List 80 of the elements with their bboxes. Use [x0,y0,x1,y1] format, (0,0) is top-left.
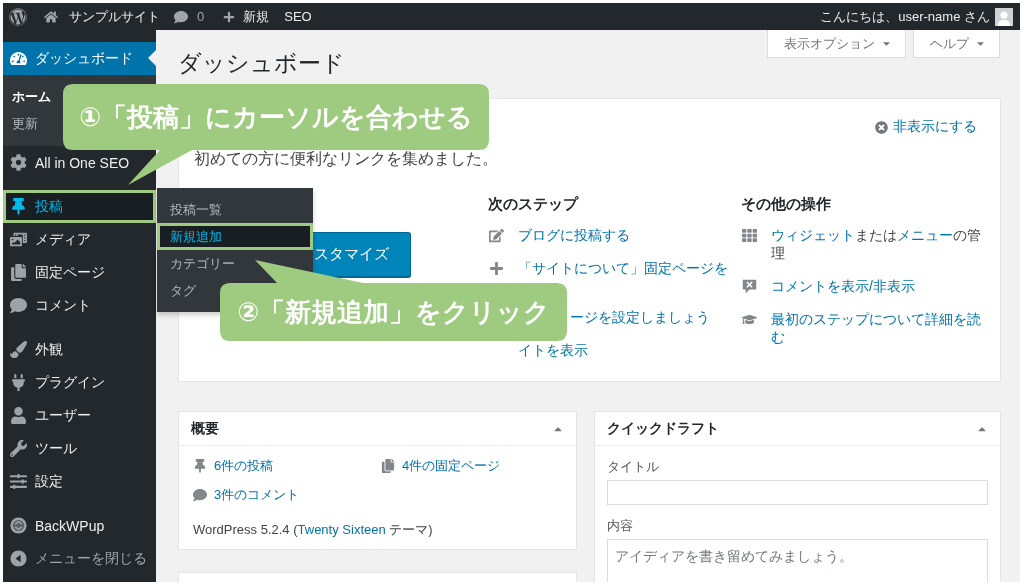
menu-item[interactable]: ユーザー [3,399,91,432]
collapse-icon [9,550,27,567]
submenu-item[interactable]: 更新 [12,110,38,137]
menu-item[interactable]: 固定ページ [3,256,105,289]
screen-meta-button[interactable]: 表示オプション [767,30,906,58]
plus-icon [489,260,504,276]
action-link[interactable]: ブログに投稿する [518,226,630,244]
submenu-item[interactable]: カテゴリー [157,250,241,277]
menu-item[interactable]: ダッシュボード [3,42,156,75]
column-heading: 次のステップ [488,196,578,212]
pin-icon [193,459,207,473]
page-title: ダッシュボード [178,50,345,76]
column-heading: その他の操作 [741,196,831,212]
site-link[interactable]: サンプルサイト [44,3,160,30]
theme-link[interactable]: Twenty Sixteen [297,522,386,537]
menu-item[interactable]: メディア [3,223,91,256]
action-link[interactable]: 「サイトについて」固定ページを [518,259,728,277]
count-link[interactable]: 6件の投稿 [193,457,274,475]
plug-icon [9,374,27,391]
action-link[interactable]: イトを表示 [518,341,588,359]
submenu-item[interactable]: 投稿一覧 [157,196,228,223]
screen-meta-button[interactable]: ヘルプ [913,30,1000,58]
version-text: WordPress 5.2.4 (Twenty Sixteen テーマ) [193,522,433,537]
action-link[interactable]: 最初のステップについて詳細を読む [771,310,984,346]
title-input[interactable] [607,480,988,505]
account-link[interactable]: こんにちは、user-name さん [820,3,1013,30]
sliders-icon [9,473,27,490]
menu-item[interactable]: 設定 [3,465,63,498]
intro-text: 初めての方に便利なリンクを集めました。 [194,150,498,168]
logo-icon[interactable] [9,7,27,26]
submenu-item[interactable]: 新規追加 [157,223,313,250]
callout-text: ②「新規追加」をクリック [237,297,550,327]
documents-icon [9,264,27,281]
customize-button[interactable]: スタマイズ [313,232,411,277]
wrench-icon [9,440,27,457]
action-link[interactable]: メニュー [897,227,953,243]
grid-icon [742,227,757,243]
action-link[interactable]: コメントを表示/非表示 [771,277,915,295]
speech-bubble-icon [174,9,188,24]
new-content-link[interactable]: 新規 [223,3,270,30]
collapse-menu-button[interactable]: メニューを閉じる [3,542,147,575]
menu-item[interactable]: 投稿 [3,190,156,223]
action-link[interactable]: ージを設定しましょう [570,308,710,326]
comments-link[interactable]: 0 [174,3,205,30]
close-icon [875,120,888,134]
field-label: タイトル [607,458,659,476]
home-icon [44,9,58,24]
content-textarea[interactable]: アイディアを書き留めてみましょう。 [607,539,988,582]
submenu-item[interactable]: ホーム [12,83,51,110]
field-label: 内容 [607,517,633,535]
bubble-x-icon [742,278,757,294]
menu-item[interactable]: ツール [3,432,77,465]
action-text: ウィジェット またはメニューの管理 [771,226,982,262]
paintbrush-icon [9,341,27,358]
edit-icon [489,227,504,243]
menu-item[interactable]: All in One SEO [3,146,130,179]
user-icon [9,407,27,424]
dismiss-link[interactable]: 非表示にする [875,118,977,136]
widget-title: 概要 [191,419,219,438]
callout-text: ①「投稿」にカーソルを合わせる [79,102,473,132]
gauge-icon [9,50,27,67]
seo-menu-link[interactable]: SEO [284,3,312,30]
submenu-item[interactable]: タグ [157,277,202,304]
avatar-icon [995,7,1013,26]
gear-icon [9,154,27,171]
documents-icon [381,459,395,473]
menu-item[interactable]: プラグイン [3,366,105,399]
widget-title: クイックドラフト [607,419,719,438]
photo-icon [9,231,27,248]
count-link[interactable]: 4件の固定ページ [381,457,501,475]
ring-logo-icon [9,517,27,534]
action-link[interactable]: ウィジェット [771,227,855,243]
speech-bubble-icon [9,297,27,314]
pin-icon [9,198,27,215]
plus-icon [223,10,236,23]
menu-item[interactable]: 外観 [3,333,63,366]
menu-item[interactable]: コメント [3,289,91,322]
menu-item[interactable]: BackWPup [3,509,105,542]
count-link[interactable]: 3件のコメント [193,486,300,504]
speech-bubble-icon [193,488,207,502]
